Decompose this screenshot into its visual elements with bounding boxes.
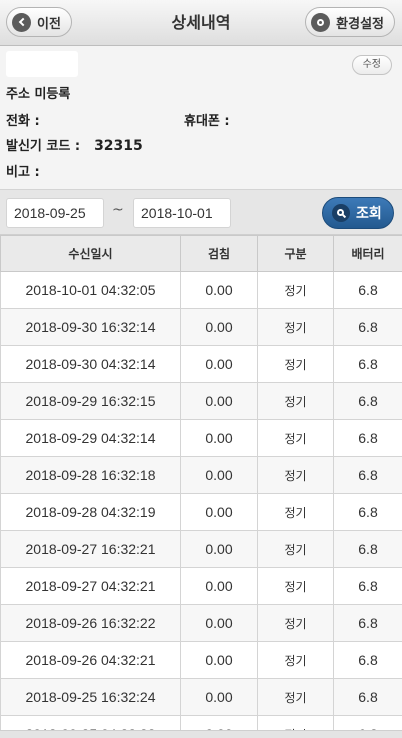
cell-reading: 0.00 [180, 456, 258, 494]
cell-received-time: 2018-09-28 04:32:19 [0, 493, 181, 531]
cell-battery: 6.8 [333, 456, 402, 494]
address-text: 주소 미등록 [6, 87, 71, 102]
cell-received-time: 2018-09-29 16:32:15 [0, 382, 181, 420]
search-icon [332, 204, 350, 222]
table-row[interactable]: 2018-09-27 04:32:21 0.00 정기 6.8 [0, 567, 402, 605]
cell-reading: 0.00 [180, 345, 258, 383]
cell-type: 정기 [257, 382, 334, 420]
gear-icon [311, 12, 331, 32]
cell-type: 정기 [257, 530, 334, 568]
cell-type: 정기 [257, 604, 334, 642]
table-row[interactable]: 2018-09-26 16:32:22 0.00 정기 6.8 [0, 604, 402, 642]
cell-received-time: 2018-09-27 16:32:21 [0, 530, 181, 568]
cell-received-time: 2018-09-28 16:32:18 [0, 456, 181, 494]
table-row[interactable]: 2018-09-28 16:32:18 0.00 정기 6.8 [0, 456, 402, 494]
settings-button-label: 환경설정 [336, 16, 384, 32]
cell-battery: 6.8 [333, 530, 402, 568]
transmitter-code-row: 발신기 코드 : 32315 [6, 135, 143, 154]
search-button[interactable]: 조회 [322, 197, 394, 229]
cell-reading: 0.00 [180, 530, 258, 568]
date-to-input[interactable] [133, 198, 231, 228]
cell-reading: 0.00 [180, 641, 258, 679]
cell-battery: 6.8 [333, 567, 402, 605]
column-header-received-time: 수신일시 [0, 235, 181, 272]
column-header-type: 구분 [257, 235, 334, 272]
records-table-container[interactable]: 수신일시 검침 구분 배터리 2018-10-01 04:32:05 0.00 정기… [0, 235, 402, 738]
table-row[interactable]: 2018-09-29 04:32:14 0.00 정기 6.8 [0, 419, 402, 457]
notes-label: 비고 : [6, 165, 40, 180]
search-button-label: 조회 [356, 206, 382, 222]
cell-reading: 0.00 [180, 308, 258, 346]
cell-reading: 0.00 [180, 271, 258, 309]
cell-battery: 6.8 [333, 419, 402, 457]
cell-type: 정기 [257, 456, 334, 494]
cell-type: 정기 [257, 308, 334, 346]
back-button-label: 이전 [37, 16, 61, 32]
table-row[interactable]: 2018-09-27 16:32:21 0.00 정기 6.8 [0, 530, 402, 568]
cell-received-time: 2018-09-30 04:32:14 [0, 345, 181, 383]
cell-type: 정기 [257, 678, 334, 716]
cell-type: 정기 [257, 493, 334, 531]
cell-reading: 0.00 [180, 604, 258, 642]
column-header-reading: 검침 [180, 235, 258, 272]
transmitter-code-value: 32315 [94, 138, 143, 154]
back-button[interactable]: 이전 [6, 7, 72, 37]
column-header-battery: 배터리 [333, 235, 402, 272]
cell-battery: 6.8 [333, 641, 402, 679]
table-body: 2018-10-01 04:32:05 0.00 정기 6.8 2018-09-30 1… [0, 271, 402, 738]
table-row[interactable]: 2018-10-01 04:32:05 0.00 정기 6.8 [0, 271, 402, 309]
mobile-label: 휴대폰 : [184, 114, 230, 129]
device-info-panel: 수정 주소 미등록 전화 : 휴대폰 : 발신기 코드 : 32315 비고 : [0, 46, 402, 189]
cell-received-time: 2018-09-26 16:32:22 [0, 604, 181, 642]
cell-reading: 0.00 [180, 678, 258, 716]
table-row[interactable]: 2018-09-29 16:32:15 0.00 정기 6.8 [0, 382, 402, 420]
chevron-left-icon [12, 12, 31, 32]
phone-label: 전화 : [6, 114, 40, 129]
table-header-row: 수신일시 검침 구분 배터리 [0, 235, 402, 272]
cell-type: 정기 [257, 271, 334, 309]
date-filter-bar: ~ 조회 [0, 189, 402, 235]
device-name-box [6, 51, 78, 77]
table-row[interactable]: 2018-09-30 04:32:14 0.00 정기 6.8 [0, 345, 402, 383]
cell-battery: 6.8 [333, 345, 402, 383]
cell-reading: 0.00 [180, 419, 258, 457]
cell-received-time: 2018-09-26 04:32:21 [0, 641, 181, 679]
transmitter-code-label: 발신기 코드 : [6, 139, 81, 154]
cell-reading: 0.00 [180, 382, 258, 420]
cell-battery: 6.8 [333, 678, 402, 716]
settings-button[interactable]: 환경설정 [305, 7, 395, 37]
header-bar: 상세내역 이전 환경설정 [0, 0, 402, 46]
cell-reading: 0.00 [180, 567, 258, 605]
cell-battery: 6.8 [333, 382, 402, 420]
records-table: 수신일시 검침 구분 배터리 2018-10-01 04:32:05 0.00 정기… [0, 235, 402, 738]
cell-received-time: 2018-09-27 04:32:21 [0, 567, 181, 605]
edit-button[interactable]: 수정 [351, 55, 392, 75]
cell-received-time: 2018-09-29 04:32:14 [0, 419, 181, 457]
cell-received-time: 2018-09-25 16:32:24 [0, 678, 181, 716]
cell-battery: 6.8 [333, 604, 402, 642]
cell-reading: 0.00 [180, 493, 258, 531]
bottom-bar [0, 730, 402, 738]
cell-received-time: 2018-09-30 16:32:14 [0, 308, 181, 346]
table-row[interactable]: 2018-09-30 16:32:14 0.00 정기 6.8 [0, 308, 402, 346]
table-row[interactable]: 2018-09-26 04:32:21 0.00 정기 6.8 [0, 641, 402, 679]
table-row[interactable]: 2018-09-28 04:32:19 0.00 정기 6.8 [0, 493, 402, 531]
cell-battery: 6.8 [333, 493, 402, 531]
date-from-input[interactable] [6, 198, 104, 228]
cell-type: 정기 [257, 641, 334, 679]
cell-battery: 6.8 [333, 308, 402, 346]
cell-battery: 6.8 [333, 271, 402, 309]
cell-type: 정기 [257, 345, 334, 383]
app-frame: 상세내역 이전 환경설정 수정 주소 미등록 전화 : 휴대폰 : 발신기 코드… [0, 0, 402, 738]
date-range-separator: ~ [112, 202, 124, 218]
cell-type: 정기 [257, 419, 334, 457]
cell-received-time: 2018-10-01 04:32:05 [0, 271, 181, 309]
table-row[interactable]: 2018-09-25 16:32:24 0.00 정기 6.8 [0, 678, 402, 716]
cell-type: 정기 [257, 567, 334, 605]
